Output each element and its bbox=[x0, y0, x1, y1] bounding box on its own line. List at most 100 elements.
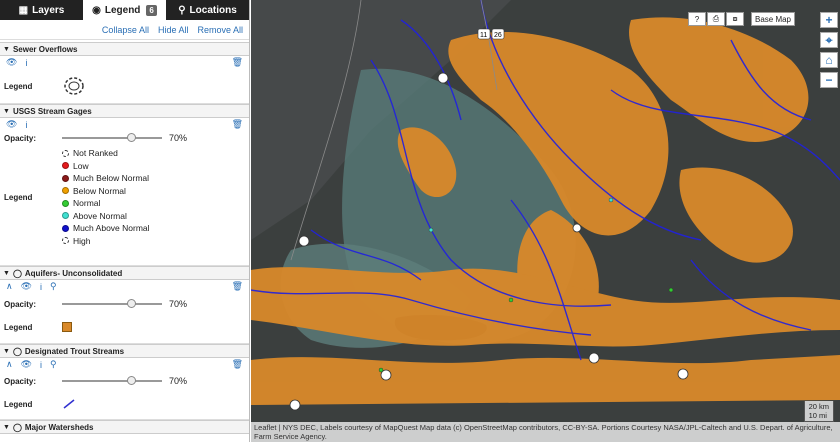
eye-icon[interactable]: 👁 bbox=[6, 57, 17, 68]
share-button[interactable]: ⧇ bbox=[726, 12, 744, 26]
app-root: ▦ Layers ◉ Legend 6 ⚲ Locations Collapse… bbox=[0, 0, 840, 442]
trash-icon[interactable]: 🗑 bbox=[232, 119, 243, 130]
gage-legend-item: Low bbox=[62, 160, 150, 173]
base-map-button[interactable]: Base Map bbox=[751, 12, 795, 26]
layer-body-trout-streams: ∧ 👁 i ⚲ 🗑 Opacity: 70% Legend bbox=[0, 358, 249, 420]
info-icon[interactable]: i bbox=[40, 360, 42, 370]
eye-icon[interactable]: 👁 bbox=[6, 119, 17, 130]
gage-status-label: Much Above Normal bbox=[73, 223, 150, 234]
opacity-slider[interactable] bbox=[62, 376, 162, 386]
caret-down-icon: ▼ bbox=[3, 107, 10, 115]
drop-icon: ◯ bbox=[12, 346, 22, 356]
collapse-arrows-icon[interactable]: ∧ bbox=[6, 359, 13, 370]
layer-title: Designated Trout Streams bbox=[24, 346, 125, 356]
eye-icon[interactable]: 👁 bbox=[21, 281, 32, 292]
layer-controls: ∧ 👁 i ⚲ 🗑 bbox=[0, 358, 249, 371]
tab-bar: ▦ Layers ◉ Legend 6 ⚲ Locations bbox=[0, 0, 249, 20]
trash-icon[interactable]: 🗑 bbox=[232, 359, 243, 370]
gage-legend-item: Below Normal bbox=[62, 185, 150, 198]
gage-status-label: High bbox=[73, 235, 91, 246]
locate-button[interactable]: ⌖ bbox=[820, 32, 838, 48]
layer-header-major-watersheds[interactable]: ▼ ◯ Major Watersheds bbox=[0, 420, 249, 434]
sewer-overflow-symbol bbox=[64, 77, 84, 95]
caret-down-icon: ▼ bbox=[3, 45, 10, 53]
layer-title: Sewer Overflows bbox=[12, 44, 78, 54]
printer-icon: ⎙ bbox=[712, 14, 720, 23]
info-icon[interactable]: i bbox=[25, 120, 27, 130]
legend-label: Legend bbox=[4, 399, 33, 409]
tab-layers[interactable]: ▦ Layers bbox=[0, 0, 83, 20]
collapse-all-link[interactable]: Collapse All bbox=[102, 25, 149, 35]
tab-legend-label: Legend bbox=[104, 4, 141, 16]
drop-icon: ◯ bbox=[12, 268, 22, 278]
tab-locations[interactable]: ⚲ Locations bbox=[166, 0, 249, 20]
gage-status-dot bbox=[62, 187, 69, 195]
opacity-label: Opacity: bbox=[4, 376, 37, 386]
scale-km: 20 km bbox=[808, 402, 829, 411]
map-canvas[interactable]: 11 26 bbox=[251, 0, 840, 442]
layer-header-usgs-stream-gages[interactable]: ▼ USGS Stream Gages bbox=[0, 104, 249, 118]
info-icon[interactable]: i bbox=[40, 282, 42, 292]
layer-header-sewer-overflows[interactable]: ▼ Sewer Overflows bbox=[0, 42, 249, 56]
gage-status-label: Much Below Normal bbox=[73, 173, 150, 184]
caret-down-icon: ▼ bbox=[3, 423, 10, 431]
zoom-in-button[interactable]: + bbox=[820, 12, 838, 28]
drop-icon: ◯ bbox=[12, 422, 22, 432]
collapse-arrows-icon[interactable]: ∧ bbox=[6, 281, 13, 292]
scale-bar: 20 km 10 mi bbox=[803, 401, 834, 422]
print-button[interactable]: ⎙ bbox=[707, 12, 725, 26]
gage-status-dot bbox=[62, 237, 69, 245]
hide-all-link[interactable]: Hide All bbox=[158, 25, 189, 35]
share-icon: ⧇ bbox=[732, 14, 738, 23]
attribution-text: Leaflet | NYS DEC, Labels courtesy of Ma… bbox=[254, 423, 833, 441]
layer-controls: ∧ 👁 i ⚲ 🗑 bbox=[0, 280, 249, 293]
info-icon[interactable]: i bbox=[25, 58, 27, 68]
gage-status-label: Not Ranked bbox=[73, 148, 118, 159]
gage-status-dot bbox=[62, 212, 69, 220]
map-marker-icon[interactable]: ⚲ bbox=[50, 281, 57, 292]
slider-handle[interactable] bbox=[127, 299, 136, 308]
legend-actions: Collapse All Hide All Remove All bbox=[0, 20, 249, 40]
gage-legend-item: Much Above Normal bbox=[62, 222, 150, 235]
slider-handle[interactable] bbox=[127, 133, 136, 142]
gage-legend-item: Much Below Normal bbox=[62, 172, 150, 185]
slider-handle[interactable] bbox=[127, 376, 136, 385]
gage-legend-item: Normal bbox=[62, 197, 150, 210]
opacity-slider[interactable] bbox=[62, 299, 162, 309]
caret-down-icon: ▼ bbox=[3, 347, 10, 355]
map-icon: ▦ bbox=[18, 4, 29, 16]
highway-11-label: 11 bbox=[480, 32, 487, 39]
globe-icon: ◉ bbox=[92, 4, 101, 16]
opacity-slider[interactable] bbox=[62, 133, 162, 143]
crosshair-icon: ⌖ bbox=[825, 32, 833, 47]
layer-header-aquifers[interactable]: ▼ ◯ Aquifers- Unconsolidated bbox=[0, 266, 249, 280]
layer-title: USGS Stream Gages bbox=[12, 106, 92, 116]
opacity-value: 70% bbox=[169, 376, 188, 386]
tab-legend[interactable]: ◉ Legend 6 bbox=[83, 0, 166, 20]
trash-icon[interactable]: 🗑 bbox=[232, 57, 243, 68]
eye-icon[interactable]: 👁 bbox=[21, 359, 32, 370]
zoom-out-button[interactable]: − bbox=[820, 72, 838, 88]
map-marker-icon[interactable]: ⚲ bbox=[50, 359, 57, 370]
gage-status-dot bbox=[62, 162, 69, 170]
gage-legend-item: High bbox=[62, 235, 150, 248]
gage-legend-item: Not Ranked bbox=[62, 147, 150, 160]
help-button[interactable]: ? bbox=[688, 12, 706, 26]
tab-layers-label: Layers bbox=[32, 4, 65, 16]
gage-status-label: Above Normal bbox=[73, 210, 127, 221]
trout-stream-line-symbol bbox=[63, 399, 75, 409]
home-button[interactable]: ⌂ bbox=[820, 52, 838, 68]
opacity-value: 70% bbox=[169, 133, 188, 143]
map-view[interactable]: 11 26 ? ⎙ ⧇ Base Map + ⌖ ⌂ − 20 km 10 mi… bbox=[251, 0, 840, 442]
layer-body-aquifers: ∧ 👁 i ⚲ 🗑 Opacity: 70% Legend bbox=[0, 280, 249, 344]
layer-controls: 👁 i 🗑 bbox=[0, 56, 249, 69]
highway-26-label: 26 bbox=[494, 32, 502, 39]
layer-header-trout-streams[interactable]: ▼ ◯ Designated Trout Streams bbox=[0, 344, 249, 358]
legend-label: Legend bbox=[4, 81, 33, 91]
gage-status-label: Normal bbox=[73, 198, 101, 209]
trash-icon[interactable]: 🗑 bbox=[232, 281, 243, 292]
gage-status-dot bbox=[62, 149, 69, 157]
gage-status-label: Below Normal bbox=[73, 185, 126, 196]
remove-all-link[interactable]: Remove All bbox=[197, 25, 243, 35]
map-attribution: Leaflet | NYS DEC, Labels courtesy of Ma… bbox=[251, 422, 840, 442]
